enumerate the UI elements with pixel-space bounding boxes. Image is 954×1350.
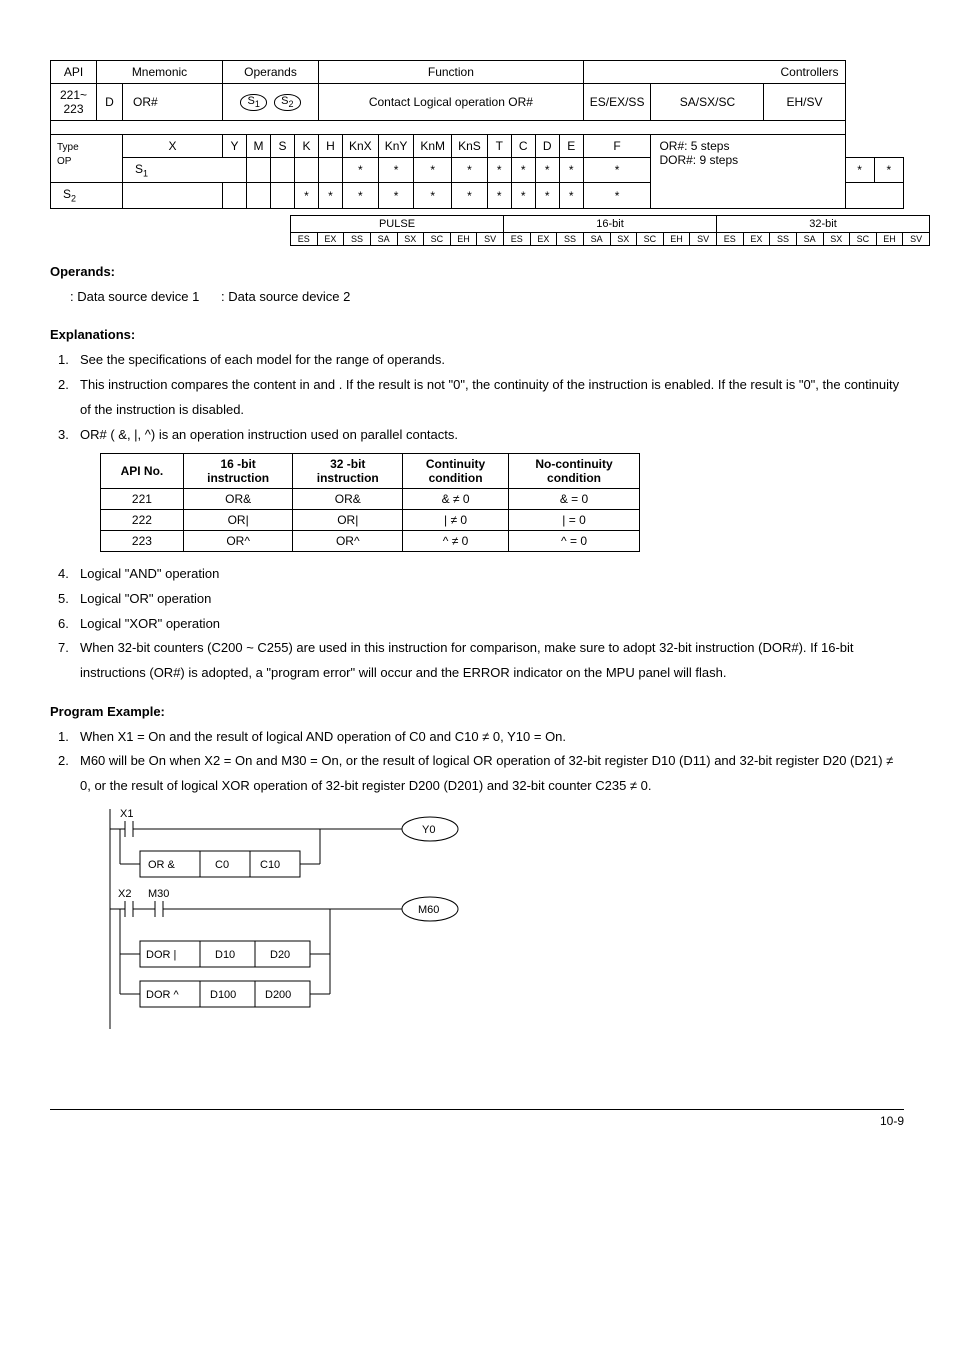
type-label: Type xyxy=(57,142,79,153)
svg-text:X1: X1 xyxy=(120,809,133,820)
col-10: T xyxy=(487,135,511,158)
exp-2: 2.This instruction compares the content … xyxy=(58,373,904,422)
mode-16: 16-bit xyxy=(504,215,717,232)
svg-text:C10: C10 xyxy=(260,859,280,871)
ctrl-a: ES/EX/SS xyxy=(583,84,651,121)
exp-3: 3.OR# ( &, |, ^) is an operation instruc… xyxy=(58,423,904,448)
api-comparison-table: API No. 16 -bit instruction 32 -bit inst… xyxy=(100,453,640,552)
table-row: 221OR&OR&& ≠ 0& = 0 xyxy=(101,489,640,510)
svg-text:M30: M30 xyxy=(148,888,169,900)
s1-oval: S1 xyxy=(240,94,266,110)
col-5: H xyxy=(319,135,343,158)
at-h1: 16 -bit instruction xyxy=(183,454,293,489)
col-13: E xyxy=(559,135,583,158)
col-0: X xyxy=(123,135,223,158)
svg-text:C0: C0 xyxy=(215,859,229,871)
svg-text:M60: M60 xyxy=(418,904,439,916)
svg-text:DOR ^: DOR ^ xyxy=(146,989,180,1001)
page-number: 10-9 xyxy=(50,1109,904,1128)
col-14: F xyxy=(583,135,651,158)
table-row: 223OR^OR^^ ≠ 0^ = 0 xyxy=(101,531,640,552)
steps-cell: OR#: 5 steps DOR#: 9 steps xyxy=(651,135,845,209)
function-text: Contact Logical operation OR# xyxy=(319,84,584,121)
h-controllers: Controllers xyxy=(583,61,845,84)
operands-heading: Operands: xyxy=(50,264,904,279)
exp-7: 7.When 32-bit counters (C200 ~ C255) are… xyxy=(58,636,904,685)
at-h3: Continuity condition xyxy=(403,454,509,489)
ctrl-b: SA/SX/SC xyxy=(651,84,764,121)
operands-desc: : Data source device 1 : Data source dev… xyxy=(70,285,904,310)
svg-text:D200: D200 xyxy=(265,989,291,1001)
mode-32: 32-bit xyxy=(717,215,930,232)
svg-text:D20: D20 xyxy=(270,949,290,961)
mode-pulse: PULSE xyxy=(291,215,504,232)
at-h0: API No. xyxy=(101,454,184,489)
col-7: KnY xyxy=(378,135,414,158)
svg-text:Y0: Y0 xyxy=(422,824,435,836)
h-mnemonic: Mnemonic xyxy=(97,61,223,84)
program-example-heading: Program Example: xyxy=(50,704,904,719)
at-h2: 32 -bit instruction xyxy=(293,454,403,489)
row-s2: S2 xyxy=(51,183,123,208)
explanations-heading: Explanations: xyxy=(50,327,904,342)
mnemonic: OR# xyxy=(123,84,223,121)
d-label: D xyxy=(97,84,123,121)
col-4: K xyxy=(295,135,319,158)
exp-4: 4. Logical "AND" operation xyxy=(58,562,904,587)
svg-text:OR &: OR & xyxy=(148,859,176,871)
operands-cell: S1 S2 xyxy=(223,84,319,121)
col-12: D xyxy=(535,135,559,158)
row-s1: S1 xyxy=(123,158,247,183)
col-9: KnS xyxy=(452,135,488,158)
pe-1: 1.When X1 = On and the result of logical… xyxy=(58,725,904,750)
exp-6: 6. Logical "XOR" operation xyxy=(58,612,904,637)
h-api: API xyxy=(51,61,97,84)
h-operands: Operands xyxy=(223,61,319,84)
steps-a: OR#: 5 steps xyxy=(659,139,729,153)
col-6: KnX xyxy=(343,135,379,158)
col-8: KnM xyxy=(414,135,452,158)
svg-text:X2: X2 xyxy=(118,888,131,900)
api-range: 221~ 223 xyxy=(51,84,97,121)
steps-b: DOR#: 9 steps xyxy=(659,153,738,167)
instruction-header-table: API Mnemonic Operands Function Controlle… xyxy=(50,60,904,209)
svg-text:D100: D100 xyxy=(210,989,236,1001)
col-2: M xyxy=(247,135,271,158)
col-11: C xyxy=(511,135,535,158)
pe-2: 2.M60 will be On when X2 = On and M30 = … xyxy=(58,749,904,798)
mode-table: PULSE 16-bit 32-bit ESEXSSSA SXSCEHSV ES… xyxy=(290,215,930,246)
col-1: Y xyxy=(223,135,247,158)
ladder-diagram: X1 Y0 OR & C0 C10 X2 M30 M60 DOR | D10 D… xyxy=(100,809,520,1029)
ctrl-c: EH/SV xyxy=(764,84,845,121)
svg-text:DOR |: DOR | xyxy=(146,949,176,961)
h-function: Function xyxy=(319,61,584,84)
at-h4: No-continuity condition xyxy=(509,454,640,489)
exp-5: 5. Logical "OR" operation xyxy=(58,587,904,612)
op-label: OP xyxy=(57,156,71,167)
s2-oval: S2 xyxy=(274,94,300,110)
table-row: 222OR|OR|| ≠ 0| = 0 xyxy=(101,510,640,531)
col-3: S xyxy=(271,135,295,158)
svg-text:D10: D10 xyxy=(215,949,235,961)
exp-1: 1.See the specifications of each model f… xyxy=(58,348,904,373)
